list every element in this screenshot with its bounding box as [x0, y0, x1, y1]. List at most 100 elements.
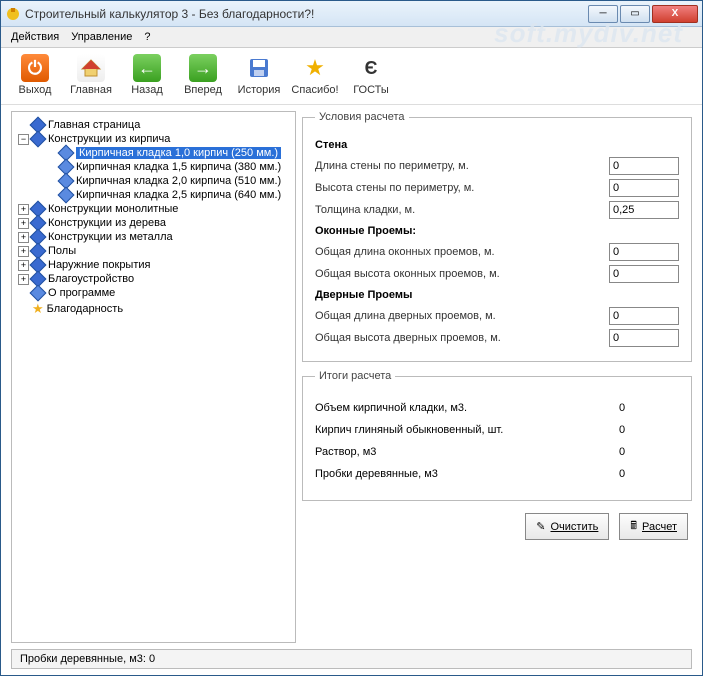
power-icon: ⏻ — [21, 54, 49, 82]
tree-brick-item[interactable]: Кирпичная кладка 2,5 кирпича (640 мм.) — [46, 188, 291, 202]
tree-label: Кирпичная кладка 1,5 кирпича (380 мм.) — [76, 161, 281, 173]
nav-tree[interactable]: Главная страница − Конструкции из кирпича… — [11, 111, 296, 643]
window-buttons: ─ ▭ X — [586, 5, 698, 23]
result-mortar-value: 0 — [619, 446, 679, 458]
forward-label: Вперед — [184, 84, 222, 96]
titlebar: Строительный калькулятор 3 - Без благода… — [1, 1, 702, 27]
tree-exterior[interactable]: + Наружние покрытия — [18, 258, 291, 272]
result-mortar-label: Раствор, м3 — [315, 446, 619, 458]
windows-length-input[interactable] — [609, 243, 679, 261]
back-button[interactable]: ← Назад — [123, 54, 171, 96]
tree-label: Кирпичная кладка 1,0 кирпич (250 мм.) — [76, 147, 281, 159]
tree-about[interactable]: О программе — [18, 286, 291, 300]
diamond-icon — [30, 285, 47, 302]
tree-label: Полы — [48, 245, 76, 257]
thanks-button[interactable]: ★ Спасибо! — [291, 54, 339, 96]
star-icon: ★ — [32, 301, 44, 317]
floppy-icon — [245, 54, 273, 82]
tree-metal[interactable]: +Конструкции из металла — [18, 230, 291, 244]
tree-landscaping[interactable]: + Благоустройство — [18, 272, 291, 286]
history-button[interactable]: История — [235, 54, 283, 96]
calc-button[interactable]: 🖩Расчет — [619, 513, 688, 540]
window-title: Строительный калькулятор 3 - Без благода… — [25, 7, 586, 21]
expand-icon[interactable]: + — [18, 260, 29, 271]
expand-icon[interactable]: + — [18, 218, 29, 229]
wall-height-input[interactable] — [609, 179, 679, 197]
statusbar: Пробки деревянные, м3: 0 — [11, 649, 692, 669]
windows-heading: Оконные Проемы: — [315, 225, 679, 237]
expand-icon[interactable]: + — [18, 232, 29, 243]
wall-length-label: Длина стены по периметру, м. — [315, 160, 601, 172]
tree-label: Наружние покрытия — [48, 259, 150, 271]
menu-manage[interactable]: Управление — [71, 31, 132, 43]
tree-label: Конструкции из дерева — [48, 217, 166, 229]
tree-label: Конструкции из кирпича — [48, 133, 170, 145]
home-button[interactable]: Главная — [67, 54, 115, 96]
result-volume-value: 0 — [619, 402, 679, 414]
result-plugs-value: 0 — [619, 468, 679, 480]
maximize-button[interactable]: ▭ — [620, 5, 650, 23]
home-label: Главная — [70, 84, 112, 96]
brush-icon: ✎ — [536, 520, 545, 533]
collapse-icon[interactable]: − — [18, 134, 29, 145]
button-row: ✎ Очистить 🖩Расчет — [302, 509, 692, 542]
windows-height-input[interactable] — [609, 265, 679, 283]
tree-brick-item[interactable]: Кирпичная кладка 1,0 кирпич (250 мм.) — [46, 146, 291, 160]
star-icon: ★ — [301, 54, 329, 82]
back-label: Назад — [131, 84, 163, 96]
menu-actions[interactable]: Действия — [11, 31, 59, 43]
close-button[interactable]: X — [652, 5, 698, 23]
tree-mono[interactable]: + Конструкции монолитные — [18, 202, 291, 216]
tree-brick[interactable]: − Конструкции из кирпича — [18, 132, 291, 146]
exit-button[interactable]: ⏻ Выход — [11, 54, 59, 96]
home-icon — [77, 54, 105, 82]
tree-label: Главная страница — [48, 119, 140, 131]
arrow-right-icon: → — [189, 54, 217, 82]
results-legend: Итоги расчета — [315, 370, 395, 382]
tree-gratitude[interactable]: ★Благодарность — [18, 300, 291, 318]
tree-brick-item[interactable]: Кирпичная кладка 1,5 кирпича (380 мм.) — [46, 160, 291, 174]
doors-length-label: Общая длина дверных проемов, м. — [315, 310, 601, 322]
conditions-legend: Условия расчета — [315, 111, 409, 123]
wall-thickness-label: Толщина кладки, м. — [315, 204, 601, 216]
doors-height-input[interactable] — [609, 329, 679, 347]
expand-icon[interactable]: + — [18, 246, 29, 257]
app-window: soft.mydiv.net Строительный калькулятор … — [0, 0, 703, 676]
clear-label: Очистить — [551, 521, 599, 533]
gosts-button[interactable]: ЄГОСТы — [347, 54, 395, 96]
tree-label: Конструкции монолитные — [48, 203, 178, 215]
result-bricks-value: 0 — [619, 424, 679, 436]
windows-length-label: Общая длина оконных проемов, м. — [315, 246, 601, 258]
tree-home[interactable]: Главная страница — [18, 118, 291, 132]
expand-icon[interactable]: + — [18, 204, 29, 215]
wall-thickness-input[interactable] — [609, 201, 679, 219]
tree-label: Благоустройство — [48, 273, 134, 285]
windows-height-label: Общая высота оконных проемов, м. — [315, 268, 601, 280]
tree-label: Кирпичная кладка 2,0 кирпича (510 мм.) — [76, 175, 281, 187]
expand-icon[interactable]: + — [18, 274, 29, 285]
doors-height-label: Общая высота дверных проемов, м. — [315, 332, 601, 344]
result-bricks-label: Кирпич глиняный обыкновенный, шт. — [315, 424, 619, 436]
tree-label: Кирпичная кладка 2,5 кирпича (640 мм.) — [76, 189, 281, 201]
gosts-label: ГОСТы — [353, 84, 389, 96]
clear-button[interactable]: ✎ Очистить — [525, 513, 609, 540]
thanks-label: Спасибо! — [291, 84, 338, 96]
forward-button[interactable]: → Вперед — [179, 54, 227, 96]
exit-label: Выход — [19, 84, 52, 96]
conditions-fieldset: Условия расчета Стена Длина стены по пер… — [302, 111, 692, 362]
wall-length-input[interactable] — [609, 157, 679, 175]
wall-heading: Стена — [315, 139, 679, 151]
doors-length-input[interactable] — [609, 307, 679, 325]
form-panel: Условия расчета Стена Длина стены по пер… — [302, 111, 692, 643]
minimize-button[interactable]: ─ — [588, 5, 618, 23]
toolbar: ⏻ Выход Главная ← Назад → Вперед История ★ С… — [1, 48, 702, 105]
history-label: История — [238, 84, 281, 96]
tree-brick-item[interactable]: Кирпичная кладка 2,0 кирпича (510 мм.) — [46, 174, 291, 188]
tree-wood[interactable]: + Конструкции из дерева — [18, 216, 291, 230]
tree-label: Благодарность — [47, 303, 123, 315]
result-volume-label: Объем кирпичной кладки, м3. — [315, 402, 619, 414]
menu-help[interactable]: ? — [144, 31, 150, 43]
arrow-left-icon: ← — [133, 54, 161, 82]
tree-floors[interactable]: + Полы — [18, 244, 291, 258]
doors-heading: Дверные Проемы — [315, 289, 679, 301]
